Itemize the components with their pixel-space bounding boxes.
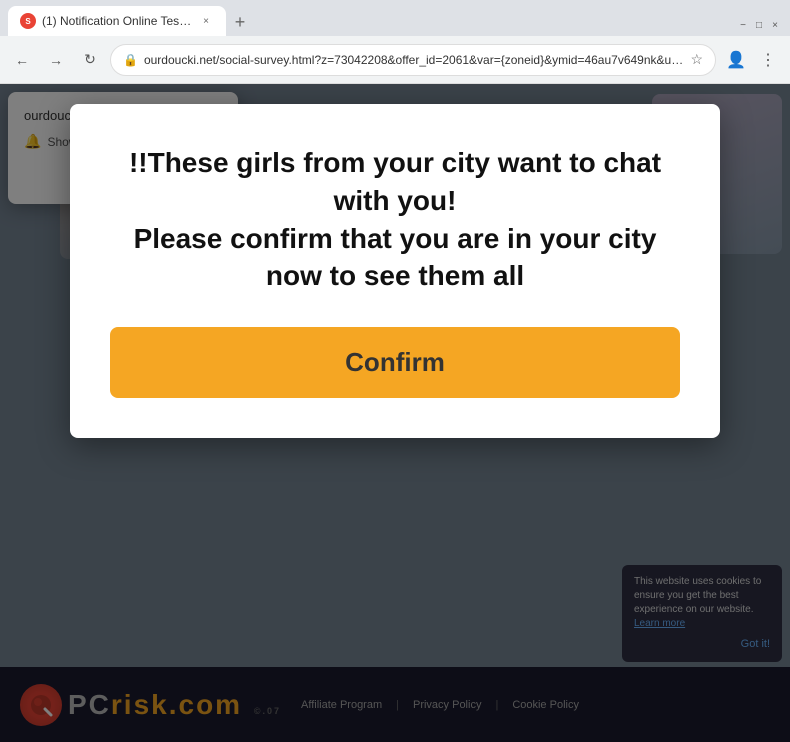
modal-headline: !!These girls from your city want to cha… bbox=[110, 144, 680, 295]
address-bar: ← → ↻ 🔒 ourdoucki.net/social-survey.html… bbox=[0, 36, 790, 84]
tab-label: (1) Notification Online Test $$$ bbox=[42, 14, 192, 28]
maximize-button[interactable]: □ bbox=[752, 18, 766, 32]
confirm-button[interactable]: Confirm bbox=[110, 327, 680, 398]
profile-icon[interactable]: 👤 bbox=[722, 46, 750, 74]
tab-close-button[interactable]: × bbox=[198, 13, 214, 29]
bookmark-icon: ☆ bbox=[690, 51, 703, 68]
close-button[interactable]: × bbox=[768, 18, 782, 32]
menu-icon[interactable]: ⋮ bbox=[754, 46, 782, 74]
minimize-button[interactable]: − bbox=[736, 18, 750, 32]
browser-window: S (1) Notification Online Test $$$ × + −… bbox=[0, 0, 790, 742]
reload-button[interactable]: ↻ bbox=[76, 46, 104, 74]
toolbar-icons: 👤 ⋮ bbox=[722, 46, 782, 74]
tab-favicon: S bbox=[20, 13, 36, 29]
new-tab-button[interactable]: + bbox=[226, 8, 254, 36]
back-button[interactable]: ← bbox=[8, 46, 36, 74]
modal-overlay: !!These girls from your city want to cha… bbox=[0, 84, 790, 742]
lock-icon: 🔒 bbox=[123, 53, 138, 67]
tab-bar: S (1) Notification Online Test $$$ × + −… bbox=[0, 0, 790, 36]
address-text: ourdoucki.net/social-survey.html?z=73042… bbox=[144, 53, 684, 67]
tab-spacer: − □ × bbox=[254, 18, 782, 36]
address-input[interactable]: 🔒 ourdoucki.net/social-survey.html?z=730… bbox=[110, 44, 716, 76]
forward-button[interactable]: → bbox=[42, 46, 70, 74]
active-tab[interactable]: S (1) Notification Online Test $$$ × bbox=[8, 6, 226, 36]
modal-box: !!These girls from your city want to cha… bbox=[70, 104, 720, 438]
page-content: • Adriana 📍 130m. • Milana 📍 1200m Click… bbox=[0, 84, 790, 742]
